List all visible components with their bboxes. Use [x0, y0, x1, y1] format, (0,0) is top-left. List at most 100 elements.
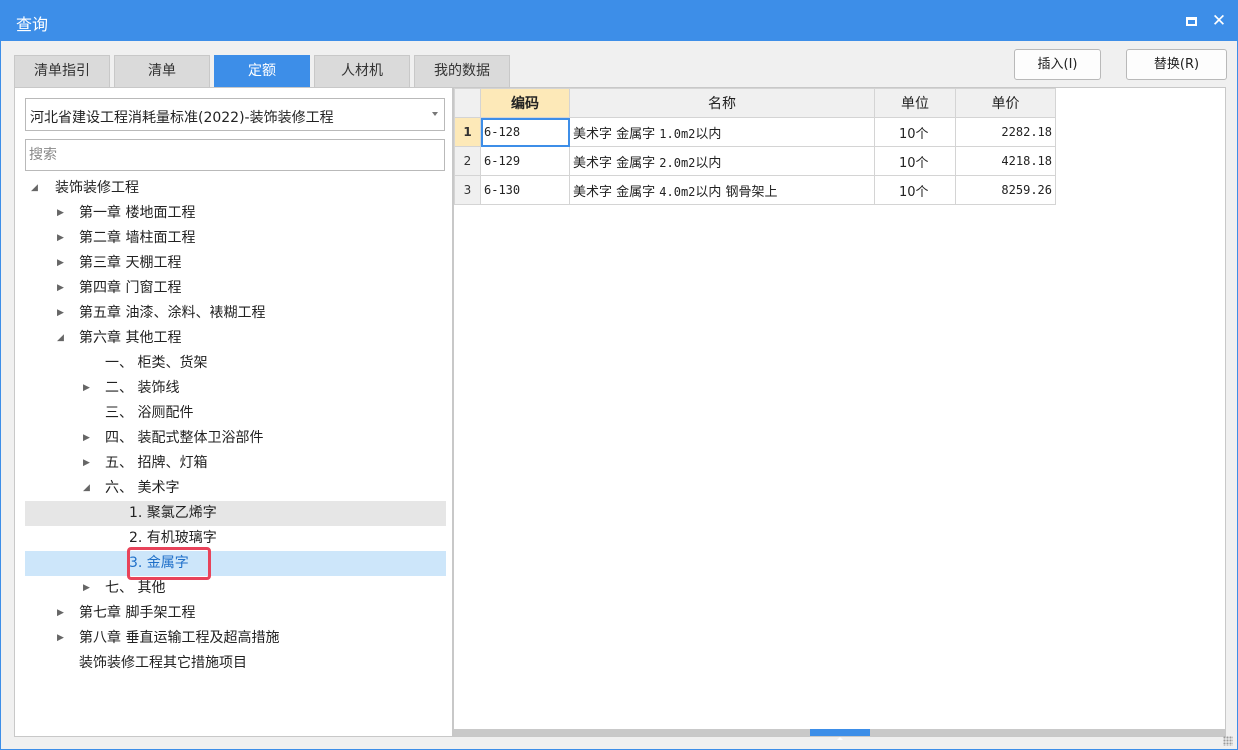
table-row[interactable]: 2 6-129 美术字 金属字 2.0m2以内 10个 4218.18: [454, 146, 1056, 176]
maximize-icon[interactable]: [1181, 11, 1201, 31]
cell-name[interactable]: 美术字 金属字 4.0m2以内 钢骨架上: [569, 175, 875, 205]
tab-bill[interactable]: 清单: [114, 55, 210, 87]
title-bar[interactable]: 查询 ✕: [1, 1, 1237, 41]
tree-node-item-2[interactable]: 2. 有机玻璃字: [25, 526, 446, 551]
row-number-header: [454, 88, 481, 118]
tree-node-label: 1. 聚氯乙烯字: [129, 505, 217, 521]
column-header-name[interactable]: 名称: [569, 88, 875, 118]
cell-unit[interactable]: 10个: [874, 117, 956, 147]
tree-node-label: 装饰装修工程: [55, 180, 139, 196]
tree-node-item-1[interactable]: 1. 聚氯乙烯字: [25, 501, 446, 526]
collapse-icon[interactable]: ◢: [31, 176, 41, 201]
tree-node-label: 七、 其他: [105, 580, 166, 596]
name-text: 美术字 金属字: [573, 126, 660, 142]
tree-node-chapter-8[interactable]: ▶ 第八章 垂直运输工程及超高措施: [25, 626, 446, 651]
tree-node-section-5[interactable]: ▶ 五、 招牌、灯箱: [25, 451, 446, 476]
name-tail: 以内 钢骨架上: [695, 184, 778, 200]
expand-icon[interactable]: ▶: [57, 201, 67, 226]
tab-quota[interactable]: 定额: [214, 55, 310, 87]
tree-node-label: 第二章 墙柱面工程: [79, 230, 196, 246]
expand-icon[interactable]: ▶: [57, 601, 67, 626]
name-tail: 以内: [695, 126, 722, 142]
insert-button[interactable]: 插入(I): [1014, 49, 1101, 80]
name-spec: 1.0m2: [659, 126, 696, 141]
column-header-code[interactable]: 编码: [480, 88, 570, 118]
expand-icon[interactable]: ▶: [57, 251, 67, 276]
cell-price[interactable]: 8259.26: [955, 175, 1056, 205]
tree-node-label: 第七章 脚手架工程: [79, 605, 196, 621]
library-select-value: 河北省建设工程消耗量标准(2022)-装饰装修工程: [30, 110, 334, 126]
tree-node-chapter-5[interactable]: ▶ 第五章 油漆、涂料、裱糊工程: [25, 301, 446, 326]
name-tail: 以内: [695, 155, 722, 171]
tree-node-decoration-root[interactable]: ◢ 装饰装修工程: [25, 176, 446, 201]
tree-node-label: 第三章 天棚工程: [79, 255, 182, 271]
cell-code[interactable]: 6-130: [480, 175, 570, 205]
tree-node-chapter-4[interactable]: ▶ 第四章 门窗工程: [25, 276, 446, 301]
cell-name[interactable]: 美术字 金属字 1.0m2以内: [569, 117, 875, 147]
tree-node-item-3-selected[interactable]: 3. 金属字: [25, 551, 446, 576]
replace-button[interactable]: 替换(R): [1126, 49, 1227, 80]
library-tree-panel: 河北省建设工程消耗量标准(2022)-装饰装修工程 ◢ 装饰装修工程 ▶ 第一章…: [14, 87, 453, 737]
expand-icon[interactable]: ▶: [83, 576, 93, 601]
search-input[interactable]: [26, 140, 444, 170]
expand-icon[interactable]: ▶: [57, 276, 67, 301]
cell-unit[interactable]: 10个: [874, 146, 956, 176]
tree-node-label: 二、 装饰线: [105, 380, 180, 396]
column-header-unit[interactable]: 单位: [874, 88, 956, 118]
expand-icon[interactable]: ▶: [83, 451, 93, 476]
tree-node-section-1[interactable]: 一、 柜类、货架: [25, 351, 446, 376]
query-dialog: 查询 ✕ 清单指引 清单 定额 人材机 我的数据 插入(I) 替换(R) 河北省…: [0, 0, 1238, 750]
tree-node-label: 第六章 其他工程: [79, 330, 182, 346]
library-select[interactable]: 河北省建设工程消耗量标准(2022)-装饰装修工程: [25, 98, 445, 131]
tree-node-section-4[interactable]: ▶ 四、 装配式整体卫浴部件: [25, 426, 446, 451]
table-header-row: 编码 名称 单位 单价: [454, 88, 1056, 118]
tab-bill-guide[interactable]: 清单指引: [14, 55, 110, 87]
horizontal-scrollbar[interactable]: [454, 729, 1225, 740]
expand-icon[interactable]: ▶: [57, 626, 67, 651]
expand-icon[interactable]: ▶: [57, 226, 67, 251]
row-number: 2: [454, 146, 481, 176]
tree-node-chapter-3[interactable]: ▶ 第三章 天棚工程: [25, 251, 446, 276]
cell-price[interactable]: 2282.18: [955, 117, 1056, 147]
close-icon[interactable]: ✕: [1209, 11, 1229, 31]
tree-node-chapter-2[interactable]: ▶ 第二章 墙柱面工程: [25, 226, 446, 251]
collapse-icon[interactable]: ◢: [83, 476, 93, 501]
expand-icon[interactable]: ▶: [83, 426, 93, 451]
table-row[interactable]: 1 6-128 美术字 金属字 1.0m2以内 10个 2282.18: [454, 117, 1056, 147]
name-text: 美术字 金属字: [573, 184, 660, 200]
tab-labor-material[interactable]: 人材机: [314, 55, 410, 87]
chevron-down-icon: [432, 112, 438, 116]
tree-node-section-3[interactable]: 三、 浴厕配件: [25, 401, 446, 426]
column-header-price[interactable]: 单价: [955, 88, 1056, 118]
cell-unit[interactable]: 10个: [874, 175, 956, 205]
name-text: 美术字 金属字: [573, 155, 660, 171]
expand-icon[interactable]: ▶: [83, 376, 93, 401]
name-spec: 2.0m2: [659, 155, 696, 170]
expand-icon[interactable]: ▶: [57, 301, 67, 326]
window-title: 查询: [16, 15, 49, 34]
cell-price[interactable]: 4218.18: [955, 146, 1056, 176]
tree-node-chapter-7[interactable]: ▶ 第七章 脚手架工程: [25, 601, 446, 626]
resize-grip-icon[interactable]: [1223, 736, 1233, 746]
table-row[interactable]: 3 6-130 美术字 金属字 4.0m2以内 钢骨架上 10个 8259.26: [454, 175, 1056, 205]
tree-node-label: 3. 金属字: [129, 555, 189, 571]
search-field[interactable]: [25, 139, 445, 171]
cell-code[interactable]: 6-129: [480, 146, 570, 176]
cell-name[interactable]: 美术字 金属字 2.0m2以内: [569, 146, 875, 176]
tree-node-chapter-6[interactable]: ◢ 第六章 其他工程: [25, 326, 446, 351]
tree-node-label: 第五章 油漆、涂料、裱糊工程: [79, 305, 266, 321]
collapse-icon[interactable]: ◢: [57, 326, 67, 351]
tree-node-label: 2. 有机玻璃字: [129, 530, 217, 546]
tree-node-label: 六、 美术字: [105, 480, 180, 496]
scroll-up-icon[interactable]: [810, 729, 870, 740]
tree-node-section-7[interactable]: ▶ 七、 其他: [25, 576, 446, 601]
tree-node-section-6[interactable]: ◢ 六、 美术字: [25, 476, 446, 501]
tab-my-data[interactable]: 我的数据: [414, 55, 510, 87]
tree-node-other-measures[interactable]: 装饰装修工程其它措施项目: [25, 651, 446, 676]
tree-node-chapter-1[interactable]: ▶ 第一章 楼地面工程: [25, 201, 446, 226]
quota-grid-panel: 编码 名称 单位 单价 1 6-128 美术字 金属字 1.0m2以内 10个 …: [453, 87, 1226, 740]
tree-node-label: 第四章 门窗工程: [79, 280, 182, 296]
tree-node-section-2[interactable]: ▶ 二、 装饰线: [25, 376, 446, 401]
cell-code[interactable]: 6-128: [480, 117, 570, 147]
tree-node-label: 一、 柜类、货架: [105, 355, 208, 371]
